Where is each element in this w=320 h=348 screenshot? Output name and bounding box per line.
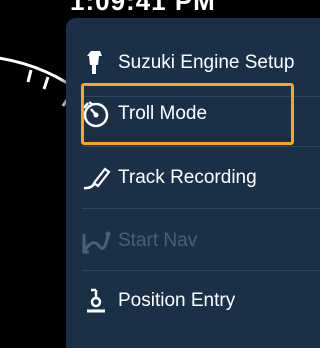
clock: 1:09:41 PM	[70, 0, 216, 16]
menu-item-label: Track Recording	[118, 167, 257, 188]
menu-item-start-nav[interactable]: Start Nav	[66, 210, 318, 272]
focus-highlight	[81, 83, 294, 145]
menu-item-label: Suzuki Engine Setup	[118, 52, 295, 73]
menu-item-label: Start Nav	[118, 230, 198, 251]
position-pin-icon	[78, 283, 114, 319]
track-pen-icon	[78, 160, 114, 196]
gauge-tick	[42, 76, 50, 90]
menu-item-track-recording[interactable]: Track Recording	[66, 147, 318, 209]
divider	[82, 208, 320, 209]
menu-item-label: Position Entry	[118, 290, 236, 311]
engine-icon	[78, 45, 114, 81]
gauge-tick	[26, 69, 33, 83]
side-menu: Suzuki Engine Setup Troll Mode Track Rec…	[66, 18, 320, 348]
route-icon	[78, 223, 114, 259]
menu-item-position-entry[interactable]: Position Entry	[66, 270, 318, 332]
